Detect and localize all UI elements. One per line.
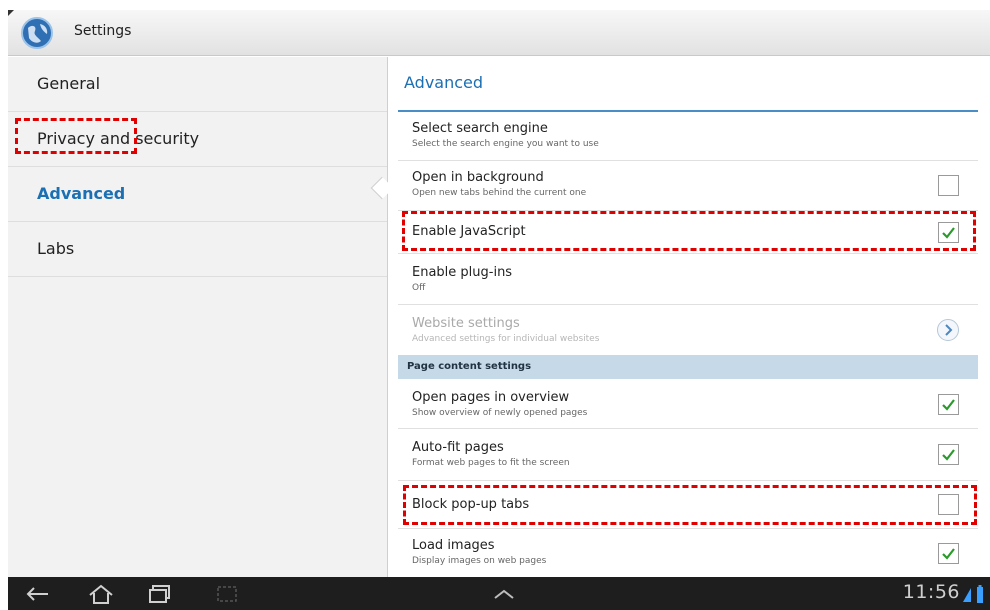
menu-corner-icon [8,10,14,16]
sidebar-item-label: Advanced [37,184,126,203]
setting-subtitle: Advanced settings for individual website… [412,334,600,344]
check-icon [942,548,955,560]
setting-title: Open pages in overview [412,390,570,405]
setting-row-enable-plugins[interactable]: Enable plug-ins Off [398,254,978,305]
highlight-advanced [15,118,137,154]
app-title: Settings [74,23,132,39]
highlight-enable-javascript [402,211,976,251]
setting-subtitle: Display images on web pages [412,556,547,566]
chevron-up-icon[interactable] [492,587,516,601]
globe-icon [21,17,53,49]
setting-title: Open in background [412,170,544,185]
highlight-block-popups [403,485,977,525]
title-bar: Settings [8,10,990,56]
setting-subtitle: Off [412,283,426,293]
setting-title: Auto-fit pages [412,440,504,455]
setting-row-open-overview[interactable]: Open pages in overview Show overview of … [398,379,978,429]
status-clock: 11:56 [902,581,960,603]
signal-icon [963,588,971,602]
chevron-right-icon[interactable] [937,319,959,341]
setting-subtitle: Open new tabs behind the current one [412,188,587,198]
screenshot-icon[interactable] [216,585,238,603]
back-icon[interactable] [24,585,50,603]
setting-title: Select search engine [412,121,548,136]
check-icon [942,399,955,411]
title-underline [398,110,978,112]
sidebar-item-general[interactable]: General [8,57,387,112]
sidebar-item-labs[interactable]: Labs [8,222,387,277]
setting-row-search-engine[interactable]: Select search engine Select the search e… [398,113,978,161]
setting-row-load-images[interactable]: Load images Display images on web pages [398,529,978,577]
setting-title: Load images [412,538,495,553]
system-navigation-bar: 11:56 [8,577,990,610]
battery-icon [977,585,983,603]
checkbox-open-overview[interactable] [938,394,959,415]
sidebar-item-advanced[interactable]: Advanced [8,167,387,222]
check-icon [942,449,955,461]
setting-row-website-settings[interactable]: Website settings Advanced settings for i… [398,305,978,355]
page-title: Advanced [404,73,484,92]
setting-title: Website settings [412,316,520,331]
setting-row-auto-fit[interactable]: Auto-fit pages Format web pages to fit t… [398,429,978,481]
setting-row-open-background[interactable]: Open in background Open new tabs behind … [398,161,978,211]
section-header-page-content: Page content settings [398,355,978,379]
sidebar-item-label: Labs [37,239,75,258]
checkbox-open-background[interactable] [938,175,959,196]
setting-subtitle: Format web pages to fit the screen [412,458,570,468]
sidebar-item-label: General [37,74,101,93]
setting-subtitle: Show overview of newly opened pages [412,408,588,418]
checkbox-load-images[interactable] [938,543,959,564]
section-header-label: Page content settings [407,361,532,372]
recent-apps-icon[interactable] [147,584,173,604]
setting-title: Enable plug-ins [412,265,513,280]
checkbox-auto-fit[interactable] [938,444,959,465]
setting-subtitle: Select the search engine you want to use [412,139,599,149]
home-icon[interactable] [87,583,115,605]
